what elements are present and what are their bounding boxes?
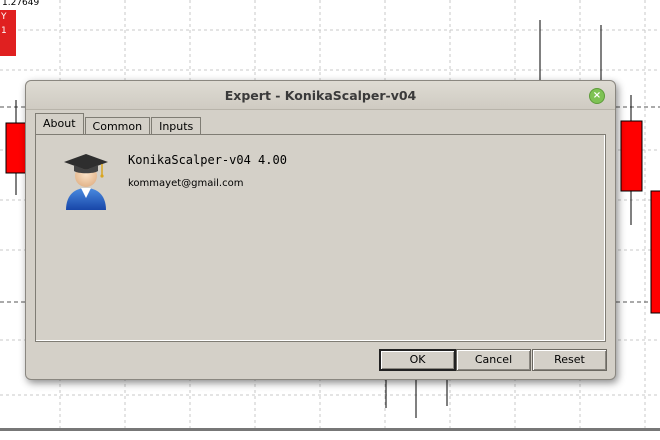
cancel-button[interactable]: Cancel bbox=[456, 349, 531, 371]
tab-about[interactable]: About bbox=[35, 113, 84, 134]
dialog-titlebar[interactable]: Expert - KonikaScalper-v04 × bbox=[26, 81, 615, 110]
expert-name-version: KonikaScalper-v04 4.00 bbox=[128, 153, 287, 167]
reset-button[interactable]: Reset bbox=[532, 349, 607, 371]
ok-button[interactable]: OK bbox=[379, 349, 456, 371]
dialog-title: Expert - KonikaScalper-v04 bbox=[224, 87, 417, 103]
expert-dialog: Expert - KonikaScalper-v04 × About Commo… bbox=[25, 80, 616, 380]
close-icon[interactable]: × bbox=[589, 88, 605, 104]
author-email: kommayet@gmail.com bbox=[128, 178, 244, 189]
chart-bottom-border bbox=[0, 428, 660, 431]
price-axis-label: 1.27649 bbox=[2, 0, 40, 8]
tab-strip: About Common Inputs bbox=[35, 113, 202, 136]
trade-tag: Y 1 bbox=[0, 10, 16, 56]
about-panel: KonikaScalper-v04 4.00 kommayet@gmail.co… bbox=[35, 134, 606, 342]
user-graduate-icon bbox=[64, 154, 108, 210]
